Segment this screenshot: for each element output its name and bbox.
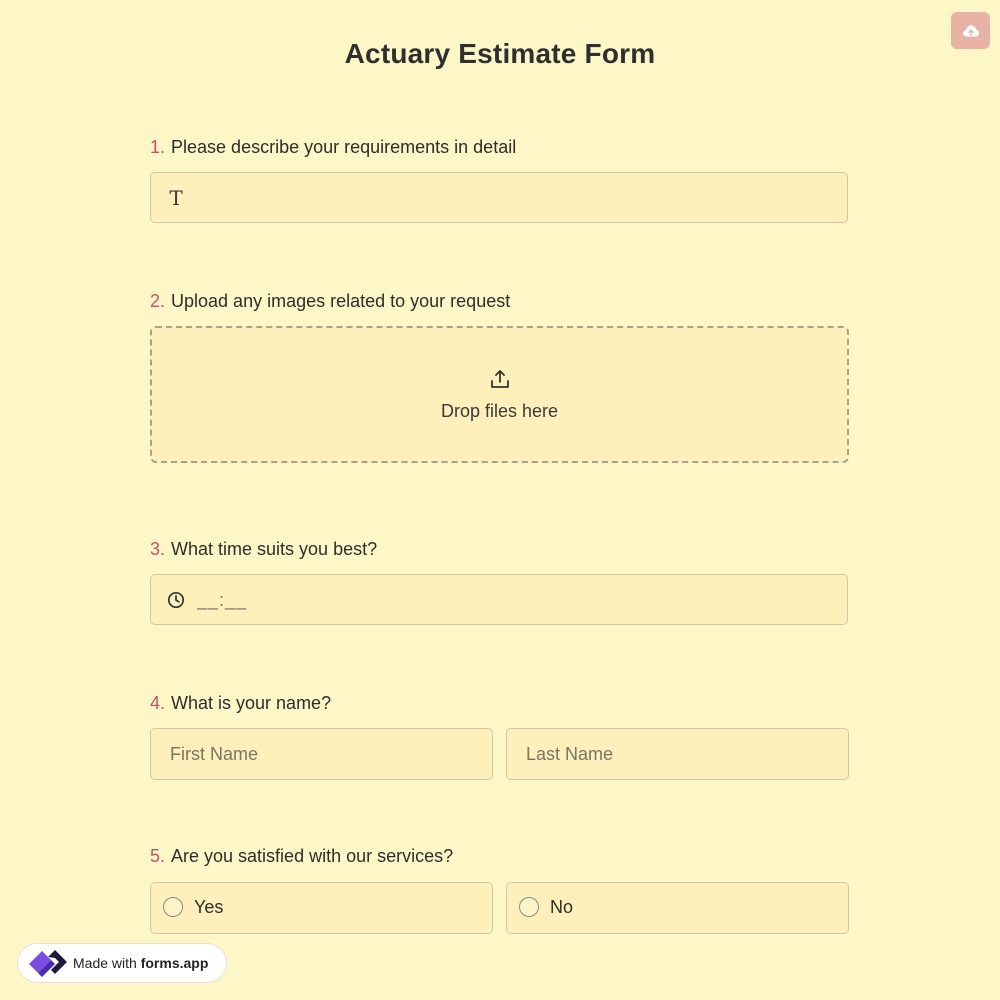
time-input[interactable]: [197, 575, 797, 626]
made-with-badge[interactable]: Made with forms.app: [17, 943, 227, 983]
radio-label-yes: Yes: [194, 897, 224, 917]
text-icon: T: [169, 186, 183, 210]
file-drop-zone[interactable]: Drop files here: [150, 326, 849, 463]
radio-button[interactable]: [519, 897, 539, 917]
badge-text: Made with forms.app: [73, 955, 209, 971]
forms-app-logo: [29, 950, 67, 977]
question-3-label: 3. What time suits you best?: [150, 539, 377, 560]
question-3-number: 3.: [150, 539, 166, 559]
question-5-text: Are you satisfied with our services?: [171, 846, 454, 866]
first-name-input[interactable]: [170, 729, 470, 779]
question-2-text: Upload any images related to your reques…: [171, 291, 511, 311]
last-name-field: [506, 728, 849, 780]
last-name-input[interactable]: [526, 729, 826, 779]
question-2-number: 2.: [150, 291, 166, 311]
time-field: [150, 574, 848, 626]
question-4-number: 4.: [150, 693, 166, 713]
form-title: Actuary Estimate Form: [344, 38, 656, 69]
requirements-textarea[interactable]: T: [150, 172, 848, 223]
question-3-text: What time suits you best?: [171, 539, 378, 559]
question-5-label: 5. Are you satisfied with our services?: [150, 846, 453, 867]
radio-option-yes[interactable]: Yes: [150, 882, 493, 934]
first-name-field: [150, 728, 493, 780]
question-2-label: 2. Upload any images related to your requ…: [150, 291, 510, 312]
question-4-text: What is your name?: [171, 693, 332, 713]
question-1-number: 1.: [150, 137, 166, 157]
drop-files-text: Drop files here: [440, 401, 559, 421]
cloud-upload-icon: [962, 25, 979, 36]
clock-icon: [165, 588, 187, 612]
radio-option-no[interactable]: No: [506, 882, 849, 934]
question-1-text: Please describe your requirements in det…: [171, 137, 517, 157]
question-5-number: 5.: [150, 846, 166, 866]
question-1-label: 1. Please describe your requirements in d…: [150, 137, 516, 158]
question-4-label: 4. What is your name?: [150, 693, 331, 714]
radio-button[interactable]: [163, 897, 183, 917]
radio-label-no: No: [550, 897, 574, 917]
upload-icon: [491, 370, 509, 388]
